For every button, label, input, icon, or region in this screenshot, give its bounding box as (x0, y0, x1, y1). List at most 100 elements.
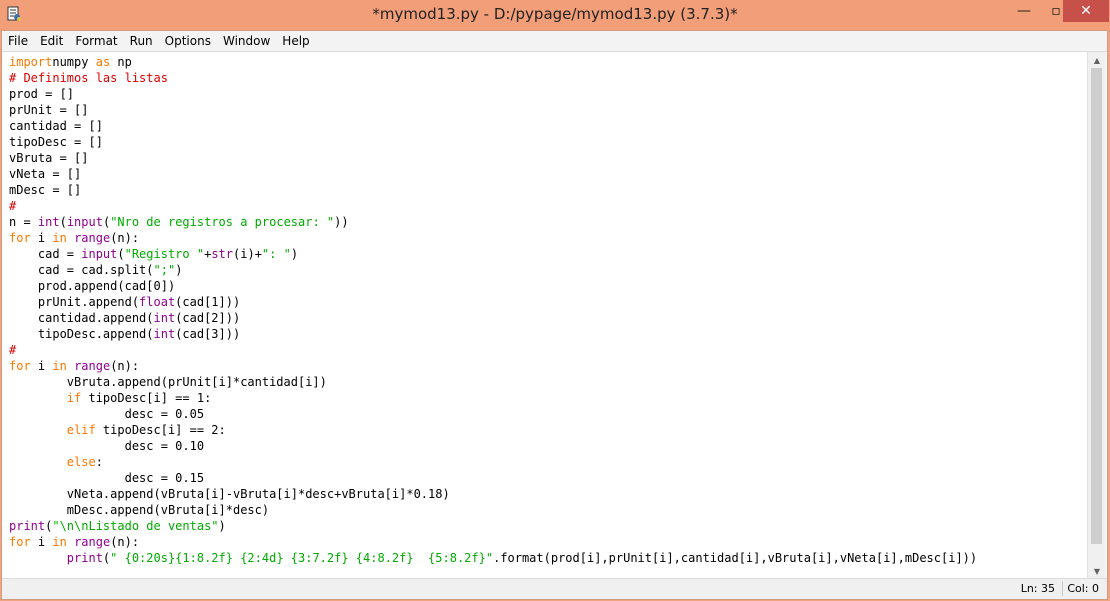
code-token: for (9, 231, 31, 245)
menu-run[interactable]: Run (124, 31, 159, 51)
code-token: ";" (153, 263, 176, 277)
code-line: desc = 0.10 (9, 438, 1087, 454)
code-token: np (110, 55, 132, 69)
code-token: cantidad = [] (9, 119, 103, 133)
code-line: mDesc.append(vBruta[i]*desc) (9, 502, 1087, 518)
code-token: else (66, 455, 96, 469)
code-line: n = int(input("Nro de registros a proces… (9, 214, 1087, 230)
code-token: as (95, 55, 111, 69)
code-token: vBruta.append(prUnit[i]*cantidad[i]) (9, 375, 327, 389)
code-token: in (52, 359, 67, 373)
status-separator (1062, 581, 1063, 596)
code-line: vBruta = [] (9, 150, 1087, 166)
code-token: if (66, 391, 82, 405)
code-line: vNeta.append(vBruta[i]-vBruta[i]*desc+vB… (9, 486, 1087, 502)
code-token: (n): (110, 359, 140, 373)
close-button[interactable]: ✕ (1063, 0, 1109, 22)
code-token: mDesc = [] (9, 183, 82, 197)
code-line: print("\n\nListado de ventas") (9, 518, 1087, 534)
status-bar: Ln: 35 Col: 0 (2, 578, 1107, 599)
title-bar[interactable]: *mymod13.py - D:/pypage/mymod13.py (3.7.… (0, 0, 1110, 30)
code-token: .format(prod[i],prUnit[i],cantidad[i],vB… (493, 551, 978, 565)
code-token: tipoDesc[i] == 2: (95, 423, 226, 437)
vertical-scrollbar[interactable]: ▲ ▼ (1087, 52, 1106, 579)
code-token: mDesc.append(vBruta[i]*desc) (9, 503, 270, 517)
code-token: input (66, 215, 103, 229)
code-line: cad = cad.split(";") (9, 262, 1087, 278)
code-line: else: (9, 454, 1087, 470)
code-token: vBruta = [] (9, 151, 89, 165)
status-line-number: Ln: 35 (1020, 582, 1055, 595)
code-token: input (81, 247, 118, 261)
code-line: prod.append(cad[0]) (9, 278, 1087, 294)
code-token: vNeta.append(vBruta[i]-vBruta[i]*desc+vB… (9, 487, 450, 501)
code-line: desc = 0.15 (9, 470, 1087, 486)
code-line: prUnit.append(float(cad[1])) (9, 294, 1087, 310)
code-token: (n): (110, 535, 140, 549)
code-token: numpy (52, 55, 96, 69)
code-token: int (153, 327, 176, 341)
code-token: tipoDesc[i] == 1: (81, 391, 212, 405)
menu-edit[interactable]: Edit (34, 31, 69, 51)
code-token: print (66, 551, 103, 565)
minimize-button[interactable]: — (1007, 0, 1041, 22)
code-line: tipoDesc = [] (9, 134, 1087, 150)
code-token: range (74, 535, 111, 549)
code-editor[interactable]: importnumpy as np # Definimos las listas p… (2, 52, 1087, 579)
code-line: cad = input("Registro "+str(i)+": ") (9, 246, 1087, 262)
code-token: int (37, 215, 60, 229)
code-token: elif (66, 423, 96, 437)
scroll-thumb[interactable] (1091, 68, 1102, 544)
code-line: vNeta = [] (9, 166, 1087, 182)
code-token: int (153, 311, 176, 325)
code-token: ( (117, 247, 125, 261)
code-line: tipoDesc.append(int(cad[3])) (9, 326, 1087, 342)
code-line: # (9, 342, 1087, 358)
scroll-down-arrow-icon[interactable]: ▼ (1088, 563, 1106, 579)
code-token: : (95, 455, 103, 469)
code-token: "\n\nListado de ventas" (52, 519, 219, 533)
code-token: (cad[2])) (175, 311, 241, 325)
code-token: in (52, 231, 67, 245)
code-token: ) (218, 519, 226, 533)
code-token: for (9, 535, 31, 549)
code-line: vBruta.append(prUnit[i]*cantidad[i]) (9, 374, 1087, 390)
menu-options[interactable]: Options (159, 31, 217, 51)
code-token: cad = cad.split( (9, 263, 154, 277)
menu-file[interactable]: File (2, 31, 34, 51)
code-token: print (9, 519, 46, 533)
code-token: " {0:20s}{1:8.2f} {2:4d} {3:7.2f} {4:8.2… (110, 551, 494, 565)
code-line: desc = 0.05 (9, 406, 1087, 422)
code-token: ) (175, 263, 183, 277)
code-line: cantidad.append(int(cad[2])) (9, 310, 1087, 326)
code-token: (cad[1])) (175, 295, 241, 309)
menu-format[interactable]: Format (69, 31, 123, 51)
code-token: prUnit.append( (9, 295, 140, 309)
code-token: ( (59, 215, 67, 229)
code-token: # (9, 343, 17, 357)
code-token: for (9, 359, 31, 373)
code-token: desc = 0.10 (9, 439, 205, 453)
code-line: print(" {0:20s}{1:8.2f} {2:4d} {3:7.2f} … (9, 550, 1087, 566)
code-line: # (9, 198, 1087, 214)
code-line: prUnit = [] (9, 102, 1087, 118)
code-token: desc = 0.05 (9, 407, 205, 421)
code-token: desc = 0.15 (9, 471, 205, 485)
code-line: importnumpy as np (9, 54, 1087, 70)
scroll-up-arrow-icon[interactable]: ▲ (1088, 52, 1106, 68)
code-token: range (74, 359, 111, 373)
code-text-area[interactable]: importnumpy as np # Definimos las listas p… (2, 52, 1087, 566)
code-token: prUnit = [] (9, 103, 89, 117)
menu-window[interactable]: Window (217, 31, 276, 51)
code-token: # Definimos las listas (9, 71, 168, 85)
code-token: i (30, 359, 53, 373)
code-line: elif tipoDesc[i] == 2: (9, 422, 1087, 438)
code-token: "Nro de registros a procesar: " (110, 215, 335, 229)
code-token: (n): (110, 231, 140, 245)
menu-help[interactable]: Help (276, 31, 315, 51)
code-token: tipoDesc.append( (9, 327, 154, 341)
